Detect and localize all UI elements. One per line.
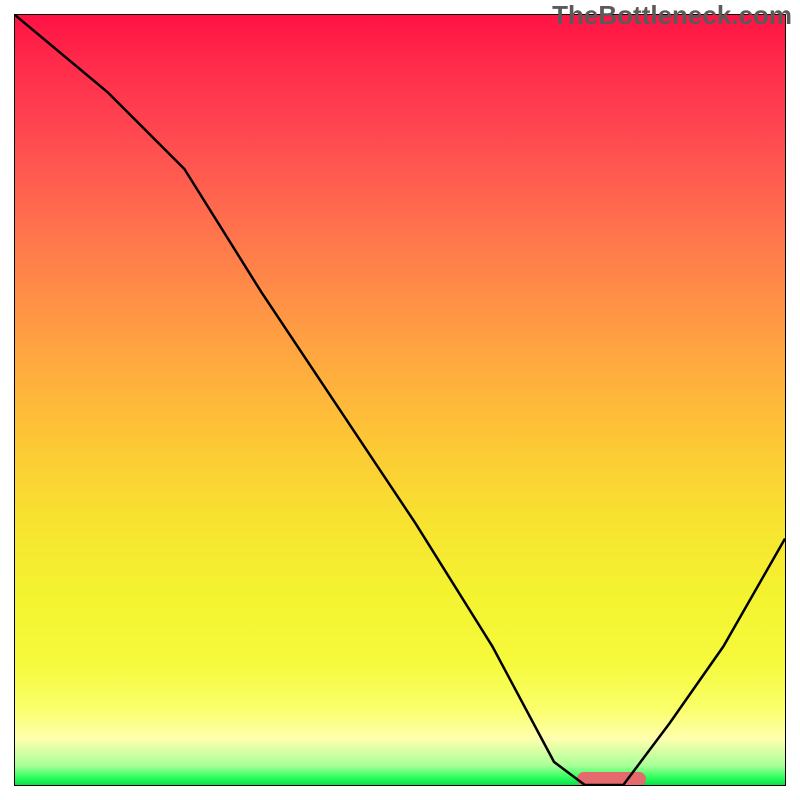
plot-area: [15, 15, 785, 785]
chart-frame: TheBottleneck.com: [0, 0, 800, 800]
watermark-text: TheBottleneck.com: [552, 0, 792, 31]
bottleneck-curve: [15, 15, 785, 785]
